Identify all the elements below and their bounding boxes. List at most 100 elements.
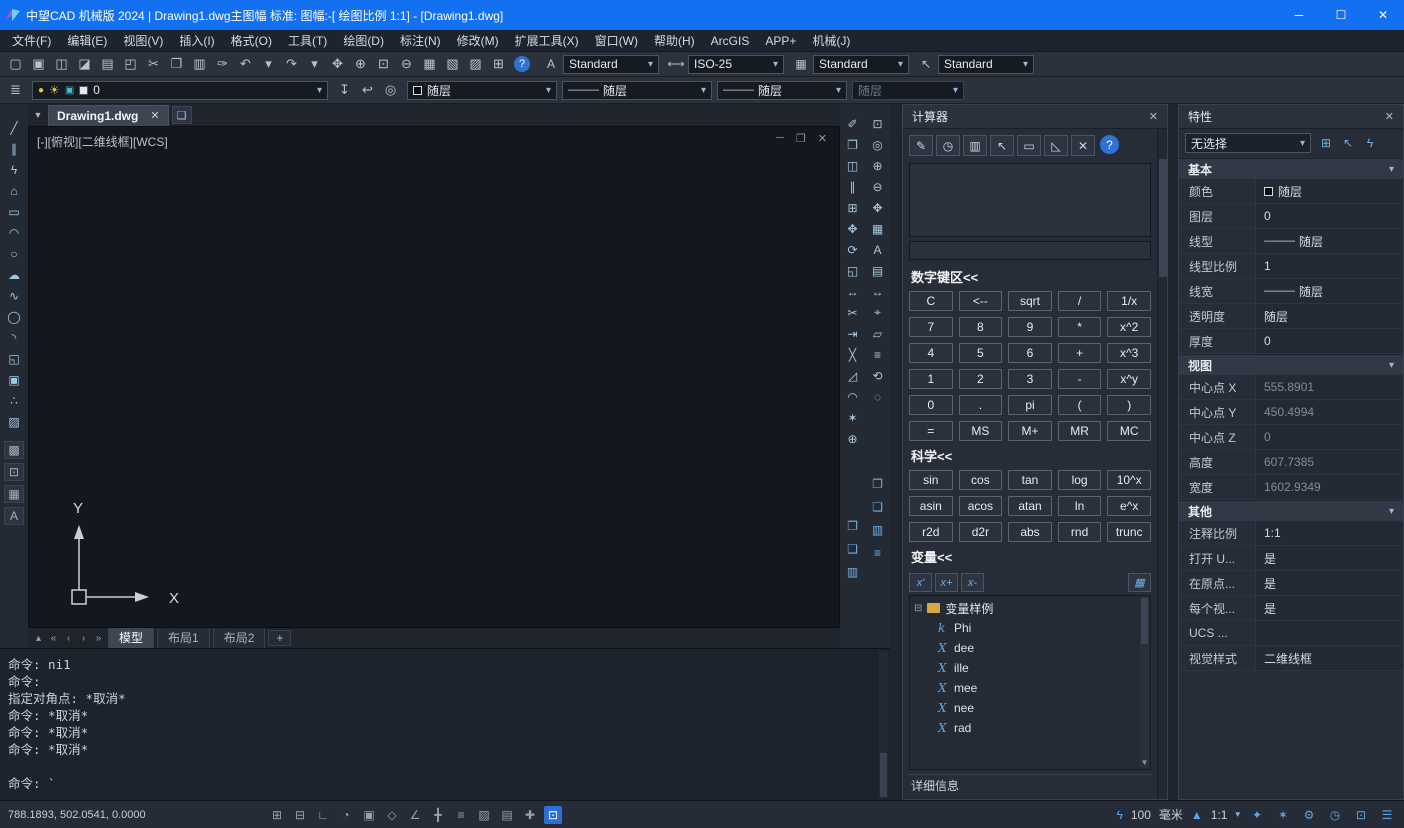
calc-button[interactable]: r2d	[909, 522, 953, 542]
chevron-down-icon[interactable]: ▾	[317, 85, 322, 96]
quick-select-icon[interactable]: ϟ	[1360, 134, 1380, 152]
property-row[interactable]: 宽度 1602.9349	[1179, 475, 1403, 500]
chevron-down-icon[interactable]: ▾	[1389, 164, 1394, 175]
menu-item[interactable]: 格式(O)	[223, 32, 280, 49]
copy-icon[interactable]: ❐	[165, 54, 188, 74]
property-row[interactable]: 颜色 随层	[1179, 179, 1403, 204]
property-row[interactable]: 视觉样式 二维线框	[1179, 646, 1403, 671]
last-layout-icon[interactable]: »	[92, 633, 105, 644]
property-row[interactable]: 中心点 X 555.8901	[1179, 375, 1403, 400]
edit-expression-icon[interactable]: ✎	[909, 135, 933, 156]
circle-tool-icon[interactable]: ○	[3, 244, 25, 263]
calc-button[interactable]: asin	[909, 496, 953, 516]
edit-variable-icon[interactable]: x+	[935, 573, 958, 592]
undo-icon[interactable]: ↶	[234, 54, 257, 74]
workspace-monitor-icon[interactable]: ⊡	[544, 806, 562, 824]
annotation-visibility-icon[interactable]: ✦	[1248, 806, 1266, 824]
calc-button[interactable]: 7	[909, 317, 953, 337]
calc-button[interactable]: MS	[959, 421, 1003, 441]
undo-dropdown-icon[interactable]: ▾	[257, 54, 280, 74]
selection-combo[interactable]: 无选择 ▾	[1185, 133, 1311, 153]
menu-item[interactable]: 视图(V)	[115, 32, 171, 49]
point-tool-icon[interactable]: ∴	[3, 391, 25, 410]
menu-item[interactable]: 绘图(D)	[335, 32, 392, 49]
calc-button[interactable]: 1/x	[1107, 291, 1151, 311]
calc-button[interactable]: acos	[959, 496, 1003, 516]
gradient-tool-icon[interactable]: ▩	[4, 441, 24, 459]
calc-button[interactable]: 5	[959, 343, 1003, 363]
osnap-tracking-icon[interactable]: ◇	[383, 806, 401, 824]
calc-button[interactable]: e^x	[1107, 496, 1151, 516]
erase-icon[interactable]: ✐	[842, 114, 864, 133]
chevron-down-icon[interactable]: ▾	[648, 59, 653, 70]
spline-tool-icon[interactable]: ∿	[3, 286, 25, 305]
zoom-previous-icon[interactable]: ⊖	[395, 54, 418, 74]
prev-layout-icon[interactable]: ‹	[62, 633, 75, 644]
property-row[interactable]: 图层 0	[1179, 204, 1403, 229]
distance-icon[interactable]: ↔	[867, 282, 889, 301]
redraw-icon[interactable]: ◌	[867, 387, 889, 406]
zoom-value[interactable]: 100	[1131, 808, 1151, 822]
select-objects-icon[interactable]: ↖	[1338, 134, 1358, 152]
layer-walk-icon[interactable]: ▥	[867, 520, 889, 539]
tree-expander-icon[interactable]: ⊟	[914, 603, 922, 614]
calc-button[interactable]: (	[1058, 395, 1102, 415]
new-variable-icon[interactable]: x'	[909, 573, 932, 592]
section-other-header[interactable]: 其他 ▾	[1179, 500, 1403, 521]
variables-tree-root[interactable]: ⊟ 变量样例	[914, 598, 1138, 618]
property-row[interactable]: 厚度 0	[1179, 329, 1403, 354]
menu-item[interactable]: 窗口(W)	[587, 32, 646, 49]
construction-line-icon[interactable]: ∥	[3, 139, 25, 158]
extend-icon[interactable]: ⇥	[842, 324, 864, 343]
redo-icon[interactable]: ↷	[280, 54, 303, 74]
variable-item[interactable]: X ille	[914, 658, 1138, 678]
properties-close-icon[interactable]: ✕	[1385, 110, 1394, 123]
text-tool-icon[interactable]: A	[867, 240, 889, 259]
named-views-icon[interactable]: ▦	[867, 219, 889, 238]
angle-snap-icon[interactable]: ∠	[406, 806, 424, 824]
lineweight-display-icon[interactable]: ≡	[452, 806, 470, 824]
move-icon[interactable]: ✥	[842, 219, 864, 238]
history-clock-icon[interactable]: ◷	[1326, 806, 1344, 824]
zoom-realtime-icon[interactable]: ⊕	[349, 54, 372, 74]
ellipse-arc-icon[interactable]: ◝	[3, 328, 25, 347]
menu-item[interactable]: 编辑(E)	[59, 32, 115, 49]
graphics-performance-icon[interactable]: ϟ	[1116, 808, 1122, 822]
clean-screen-icon[interactable]: ⊡	[1352, 806, 1370, 824]
insert-block-icon[interactable]: ◱	[3, 349, 25, 368]
fillet-icon[interactable]: ◠	[842, 387, 864, 406]
chevron-down-icon[interactable]: ▾	[773, 59, 778, 70]
delete-variable-icon[interactable]: x-	[961, 573, 984, 592]
calc-button[interactable]: tan	[1008, 470, 1052, 490]
calc-button[interactable]: x^2	[1107, 317, 1151, 337]
table-tool-icon[interactable]: ▦	[4, 485, 24, 503]
tab-close-icon[interactable]: ✕	[150, 109, 159, 122]
drawing-viewport[interactable]: [-][俯视][二维线框][WCS] ─ ❐ ✕ Y	[28, 126, 840, 628]
calc-button[interactable]: d2r	[959, 522, 1003, 542]
calc-button[interactable]: ln	[1058, 496, 1102, 516]
menu-item[interactable]: 机械(J)	[804, 32, 858, 49]
calc-button[interactable]: <--	[959, 291, 1003, 311]
menu-item[interactable]: 修改(M)	[449, 32, 507, 49]
variable-item[interactable]: X dee	[914, 638, 1138, 658]
toggle-pickadd-icon[interactable]: ⊞	[1316, 134, 1336, 152]
pan-view-icon[interactable]: ✥	[867, 198, 889, 217]
quick-calc-icon[interactable]: ⊞	[487, 54, 510, 74]
chevron-down-icon[interactable]: ▾	[1235, 809, 1240, 820]
calc-button[interactable]: MC	[1107, 421, 1151, 441]
calc-button[interactable]: 1	[909, 369, 953, 389]
chevron-down-icon[interactable]: ▾	[898, 59, 903, 70]
property-row[interactable]: UCS ...	[1179, 621, 1403, 646]
save-icon[interactable]: ◫	[50, 54, 73, 74]
tab-layout1[interactable]: 布局1	[157, 627, 210, 649]
calc-button[interactable]: rnd	[1058, 522, 1102, 542]
paste-to-command-icon[interactable]: ▥	[963, 135, 987, 156]
zoom-out-icon[interactable]: ⊖	[867, 177, 889, 196]
match-properties-icon[interactable]: ✑	[211, 54, 234, 74]
viewport-controls-label[interactable]: [-][俯视][二维线框][WCS]	[37, 133, 168, 150]
app-menu-icon[interactable]: ☰	[1378, 806, 1396, 824]
linetype-combo[interactable]: ———随层 ▾	[562, 81, 712, 100]
next-layout-icon[interactable]: ›	[77, 633, 90, 644]
chevron-down-icon[interactable]: ▾	[1023, 59, 1028, 70]
sheet-set-icon[interactable]: ❐	[867, 474, 889, 493]
